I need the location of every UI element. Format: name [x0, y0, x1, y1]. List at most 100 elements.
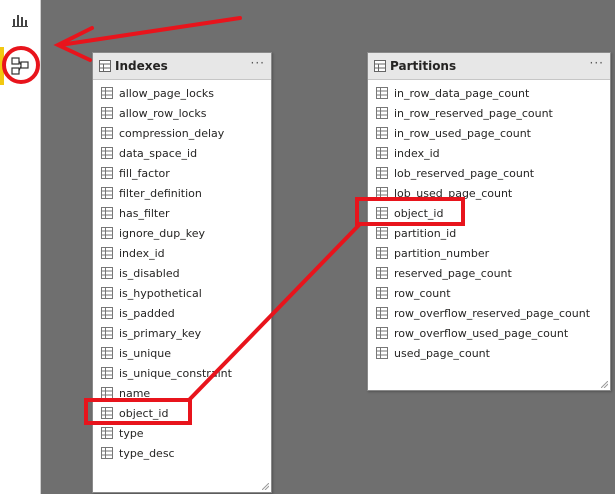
report-view-button[interactable] — [8, 8, 32, 32]
field-label: is_padded — [119, 306, 175, 320]
column-icon — [101, 447, 113, 459]
field-label: type_desc — [119, 446, 175, 460]
partitions-field-list: in_row_data_page_count in_row_reserved_pa… — [368, 80, 610, 363]
partitions-field-used-page-count[interactable]: used_page_count — [368, 343, 610, 363]
field-label: lob_reserved_page_count — [394, 166, 535, 180]
table-icon — [99, 60, 111, 72]
column-icon — [101, 347, 113, 359]
resize-handle-icon[interactable] — [262, 483, 269, 490]
indexes-field-index-id[interactable]: index_id — [93, 243, 271, 263]
partitions-field-index-id[interactable]: index_id — [368, 143, 610, 163]
column-icon — [101, 427, 113, 439]
indexes-field-filter-definition[interactable]: filter_definition — [93, 183, 271, 203]
column-icon — [376, 127, 388, 139]
indexes-field-ignore-dup-key[interactable]: ignore_dup_key — [93, 223, 271, 243]
column-icon — [101, 267, 113, 279]
field-label: is_unique — [119, 346, 172, 360]
resize-handle-icon[interactable] — [601, 381, 608, 388]
column-icon — [101, 247, 113, 259]
bar-chart-icon — [12, 15, 28, 27]
indexes-field-allow-page-locks[interactable]: allow_page_locks — [93, 83, 271, 103]
model-view-button[interactable] — [8, 54, 32, 78]
field-label: has_filter — [119, 206, 170, 220]
partitions-field-object-id[interactable]: object_id — [368, 203, 610, 223]
indexes-field-name[interactable]: name — [93, 383, 271, 403]
field-label: name — [119, 386, 151, 400]
field-label: is_hypothetical — [119, 286, 202, 300]
field-label: index_id — [394, 146, 440, 160]
partitions-field-lob-reserved-page-count[interactable]: lob_reserved_page_count — [368, 163, 610, 183]
field-label: object_id — [394, 206, 444, 220]
column-icon — [101, 387, 113, 399]
more-options-icon[interactable]: ··· — [590, 56, 604, 70]
partitions-field-lob-used-page-count[interactable]: lob_used_page_count — [368, 183, 610, 203]
column-icon — [101, 327, 113, 339]
column-icon — [101, 287, 113, 299]
more-options-icon[interactable]: ··· — [251, 56, 265, 70]
column-icon — [101, 367, 113, 379]
partitions-field-row-overflow-reserved-page-count[interactable]: row_overflow_reserved_page_count — [368, 303, 610, 323]
column-icon — [376, 207, 388, 219]
partitions-field-in-row-reserved-page-count[interactable]: in_row_reserved_page_count — [368, 103, 610, 123]
partitions-field-row-count[interactable]: row_count — [368, 283, 610, 303]
column-icon — [376, 187, 388, 199]
partitions-field-in-row-data-page-count[interactable]: in_row_data_page_count — [368, 83, 610, 103]
table-icon — [374, 60, 386, 72]
partitions-card-header[interactable]: Partitions ··· — [368, 53, 610, 80]
field-label: reserved_page_count — [394, 266, 512, 280]
field-label: fill_factor — [119, 166, 170, 180]
indexes-field-data-space-id[interactable]: data_space_id — [93, 143, 271, 163]
field-label: in_row_data_page_count — [394, 86, 530, 100]
field-label: lob_used_page_count — [394, 186, 513, 200]
field-label: row_overflow_reserved_page_count — [394, 306, 591, 320]
partitions-field-reserved-page-count[interactable]: reserved_page_count — [368, 263, 610, 283]
indexes-field-is-padded[interactable]: is_padded — [93, 303, 271, 323]
field-label: allow_row_locks — [119, 106, 207, 120]
column-icon — [101, 127, 113, 139]
partitions-field-partition-number[interactable]: partition_number — [368, 243, 610, 263]
column-icon — [101, 87, 113, 99]
indexes-field-allow-row-locks[interactable]: allow_row_locks — [93, 103, 271, 123]
column-icon — [376, 167, 388, 179]
indexes-field-is-unique-constraint[interactable]: is_unique_constraint — [93, 363, 271, 383]
indexes-field-is-unique[interactable]: is_unique — [93, 343, 271, 363]
partitions-field-in-row-used-page-count[interactable]: in_row_used_page_count — [368, 123, 610, 143]
indexes-field-is-disabled[interactable]: is_disabled — [93, 263, 271, 283]
column-icon — [101, 167, 113, 179]
indexes-field-object-id[interactable]: object_id — [93, 403, 271, 423]
indexes-field-fill-factor[interactable]: fill_factor — [93, 163, 271, 183]
field-label: row_count — [394, 286, 451, 300]
partitions-table-card[interactable]: Partitions ··· in_row_data_page_count in_… — [367, 52, 611, 391]
indexes-field-type-desc[interactable]: type_desc — [93, 443, 271, 463]
indexes-field-type[interactable]: type — [93, 423, 271, 443]
indexes-field-is-primary-key[interactable]: is_primary_key — [93, 323, 271, 343]
active-view-indicator — [0, 47, 4, 85]
indexes-table-card[interactable]: Indexes ··· allow_page_locks allow_row_lo… — [92, 52, 272, 493]
column-icon — [376, 287, 388, 299]
field-label: in_row_reserved_page_count — [394, 106, 553, 120]
annotation-arrow-head — [53, 26, 94, 62]
column-icon — [376, 147, 388, 159]
indexes-field-compression-delay[interactable]: compression_delay — [93, 123, 271, 143]
column-icon — [101, 207, 113, 219]
field-label: index_id — [119, 246, 165, 260]
field-label: ignore_dup_key — [119, 226, 205, 240]
column-icon — [101, 187, 113, 199]
column-icon — [376, 347, 388, 359]
partitions-field-row-overflow-used-page-count[interactable]: row_overflow_used_page_count — [368, 323, 610, 343]
field-label: is_disabled — [119, 266, 180, 280]
column-icon — [101, 227, 113, 239]
indexes-card-header[interactable]: Indexes ··· — [93, 53, 271, 80]
indexes-field-has-filter[interactable]: has_filter — [93, 203, 271, 223]
field-label: partition_id — [394, 226, 457, 240]
column-icon — [376, 87, 388, 99]
field-label: used_page_count — [394, 346, 490, 360]
column-icon — [376, 107, 388, 119]
field-label: partition_number — [394, 246, 490, 260]
indexes-field-is-hypothetical[interactable]: is_hypothetical — [93, 283, 271, 303]
column-icon — [101, 147, 113, 159]
view-sidebar — [0, 0, 41, 494]
field-label: filter_definition — [119, 186, 202, 200]
field-label: data_space_id — [119, 146, 198, 160]
partitions-field-partition-id[interactable]: partition_id — [368, 223, 610, 243]
